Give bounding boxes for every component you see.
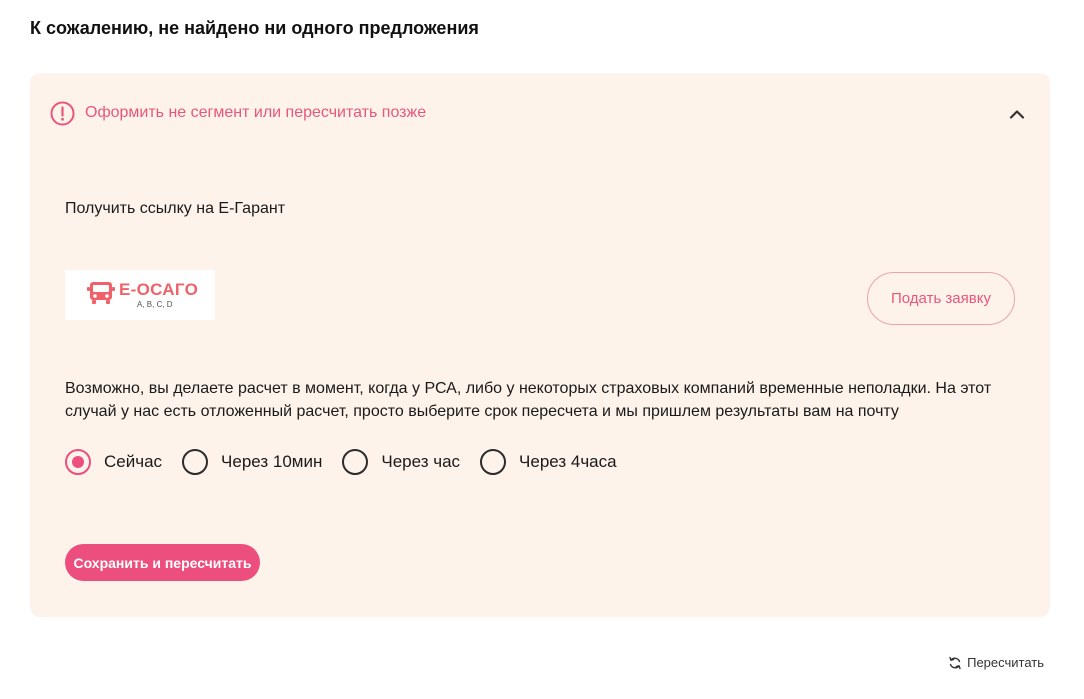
recalc-label: Пересчитать bbox=[967, 655, 1044, 670]
logo-title: Е-ОСАГО bbox=[119, 280, 199, 299]
warning-text: Оформить не сегмент или пересчитать позж… bbox=[85, 104, 427, 121]
link-label: Получить ссылку на Е-Гарант bbox=[65, 200, 286, 217]
recalc-link[interactable]: Пересчитать bbox=[948, 655, 1044, 670]
refresh-icon bbox=[948, 656, 962, 670]
panel-header[interactable]: Оформить не сегмент или пересчитать позж… bbox=[30, 73, 1050, 153]
save-and-recalc-button[interactable]: Сохранить и пересчитать bbox=[65, 544, 260, 581]
option-now[interactable]: Сейчас bbox=[65, 449, 162, 475]
exclamation-circle-icon bbox=[50, 101, 75, 126]
apply-button[interactable]: Подать заявку bbox=[867, 272, 1015, 325]
info-text: Возможно, вы делаете расчет в момент, ко… bbox=[65, 380, 992, 420]
radio-unchecked[interactable] bbox=[480, 449, 507, 475]
option-4hours[interactable]: Через 4часа bbox=[480, 449, 617, 475]
option-label: Через 4часа bbox=[519, 452, 617, 471]
chevron-up-icon[interactable] bbox=[1006, 103, 1028, 125]
bus-icon bbox=[87, 280, 115, 311]
page-title: К сожалению, не найдено ни одного предло… bbox=[30, 18, 479, 38]
option-label: Через 10мин bbox=[221, 452, 323, 471]
radio-checked[interactable] bbox=[65, 449, 91, 475]
option-10min[interactable]: Через 10мин bbox=[182, 449, 322, 475]
option-hour[interactable]: Через час bbox=[342, 449, 460, 475]
logo-subtitle: A, B, C, D bbox=[137, 300, 173, 309]
option-label: Через час bbox=[381, 452, 461, 471]
radio-unchecked[interactable] bbox=[342, 449, 369, 475]
e-osago-logo: Е-ОСАГО A, B, C, D bbox=[65, 270, 215, 320]
offer-panel: Оформить не сегмент или пересчитать позж… bbox=[30, 73, 1050, 617]
radio-unchecked[interactable] bbox=[182, 449, 209, 475]
recalc-time-options: Сейчас Через 10мин Через час Через 4часа bbox=[65, 449, 637, 475]
option-label: Сейчас bbox=[104, 452, 163, 471]
